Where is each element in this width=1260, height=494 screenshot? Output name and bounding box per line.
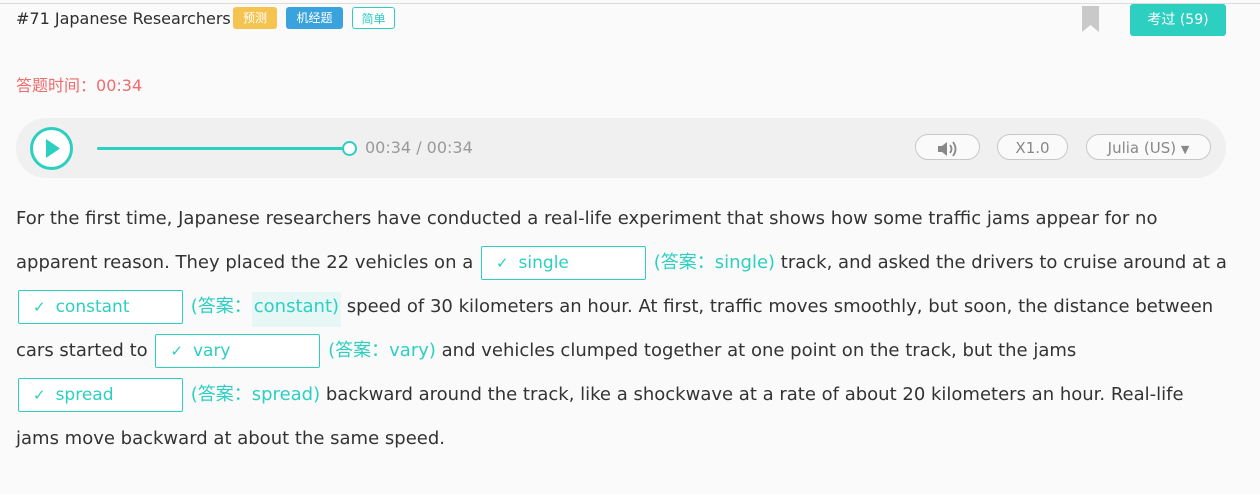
progress-handle[interactable] xyxy=(342,141,357,156)
timer-value: 00:34 xyxy=(96,76,143,95)
audio-player: 00:34 / 00:34 X1.0 Julia (US) ▼ xyxy=(16,118,1226,178)
check-icon: ✓ xyxy=(33,386,46,404)
caret-down-icon: ▼ xyxy=(1180,143,1190,156)
answer-blank-3[interactable]: ✓ vary xyxy=(155,334,321,368)
passage-segment: track, and asked the drivers to cruise a… xyxy=(780,252,1227,273)
answer-key: (答案： constant) xyxy=(190,292,342,327)
answer-blank-4[interactable]: ✓ spread xyxy=(18,378,183,412)
top-divider xyxy=(0,3,1260,4)
check-icon: ✓ xyxy=(170,342,183,360)
answer-prefix: (答案： xyxy=(190,296,252,317)
check-icon: ✓ xyxy=(33,298,46,316)
tag-prediction: 预测 xyxy=(233,7,277,29)
answer-key: (答案：spread) xyxy=(190,384,321,405)
passage-segment: and vehicles clumped together at one poi… xyxy=(441,340,1077,361)
progress-bar[interactable] xyxy=(97,147,350,150)
play-icon xyxy=(30,127,73,170)
answer-timer: 答题时间：00:34 xyxy=(16,72,142,96)
speed-button[interactable]: X1.0 xyxy=(997,134,1068,160)
bookmark-icon[interactable] xyxy=(1082,6,1099,32)
passage-text: For the first time, Japanese researchers… xyxy=(16,197,1231,461)
blank-value: spread xyxy=(55,385,114,405)
blank-value: single xyxy=(518,253,569,273)
answer-blank-2[interactable]: ✓ constant xyxy=(18,290,183,324)
tag-machine-question: 机经题 xyxy=(286,7,343,29)
page-title: #71 Japanese Researchers xyxy=(16,9,231,28)
answer-highlight: constant) xyxy=(251,292,342,327)
blank-value: constant xyxy=(55,297,130,317)
exam-count-button[interactable]: 考过 (59) xyxy=(1130,4,1226,36)
play-button[interactable] xyxy=(29,126,74,171)
playback-time: 00:34 / 00:34 xyxy=(365,138,473,157)
answer-blank-1[interactable]: ✓ single xyxy=(480,246,646,280)
timer-label: 答题时间： xyxy=(16,76,97,95)
tag-difficulty: 简单 xyxy=(352,7,395,29)
blank-value: vary xyxy=(192,341,231,361)
voice-label: Julia (US) xyxy=(1107,139,1177,157)
check-icon: ✓ xyxy=(495,254,509,272)
volume-icon xyxy=(937,140,956,157)
answer-key: (答案：single) xyxy=(653,252,776,273)
answer-key: (答案：vary) xyxy=(328,340,436,361)
volume-button[interactable] xyxy=(915,134,980,160)
voice-select[interactable]: Julia (US) ▼ xyxy=(1086,134,1211,160)
